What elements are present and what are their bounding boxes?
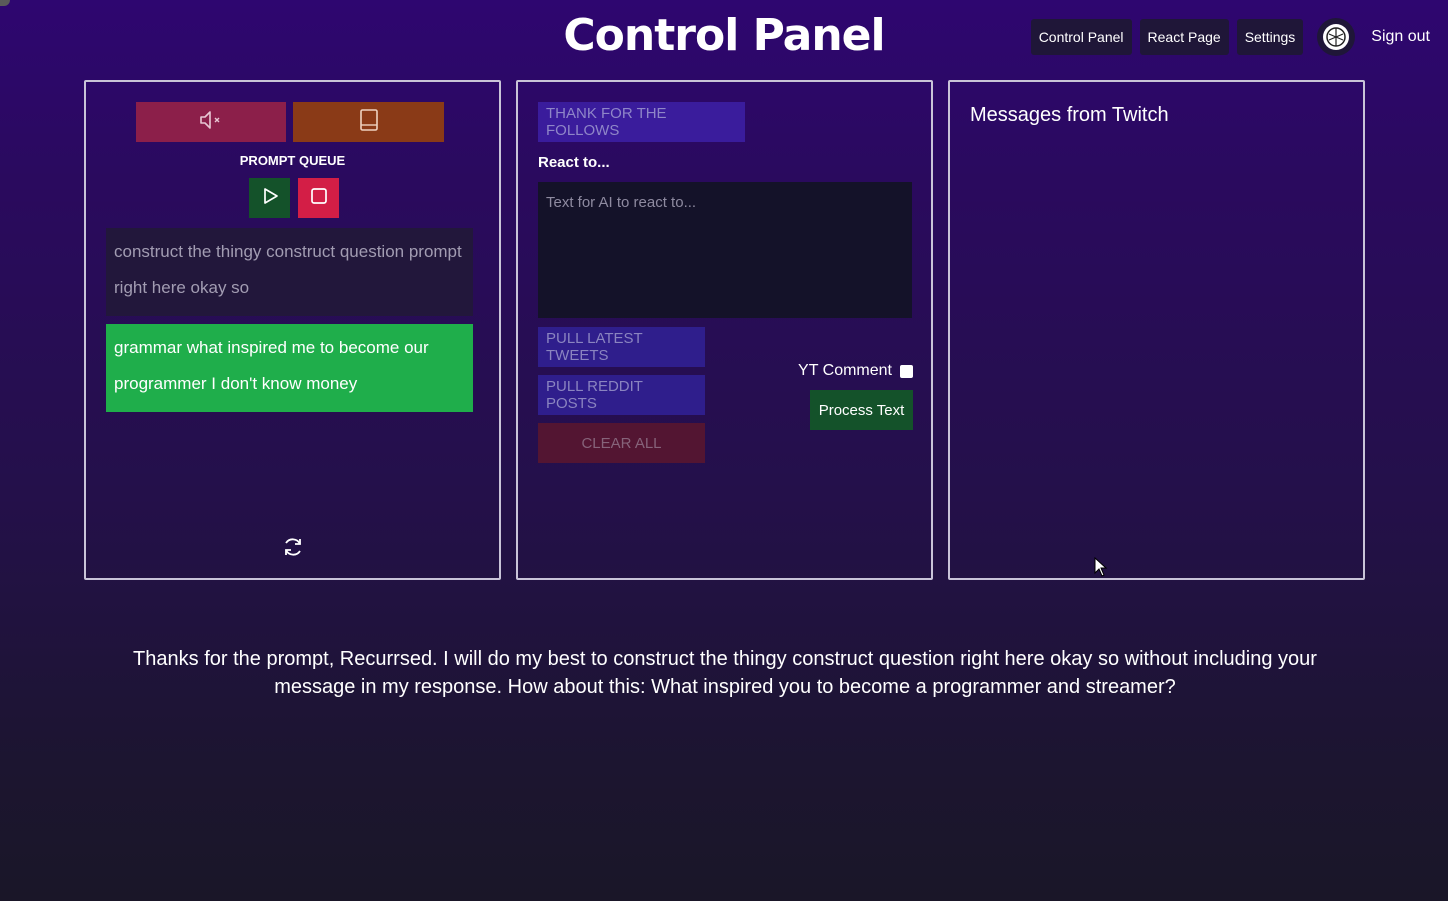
nav-react-page[interactable]: React Page	[1139, 19, 1229, 55]
react-panel: THANK FOR THE FOLLOWS React to... PULL L…	[516, 80, 933, 580]
refresh-button[interactable]	[276, 532, 310, 566]
yt-comment-label: YT Comment	[798, 362, 892, 379]
mouse-cursor-icon	[1094, 556, 1108, 582]
nav-settings[interactable]: Settings	[1236, 19, 1304, 55]
mute-button[interactable]	[136, 102, 286, 142]
stop-icon	[308, 185, 330, 212]
process-text-button[interactable]: Process Text	[810, 390, 913, 430]
prompt-queue-label: PROMPT QUEUE	[239, 153, 346, 168]
prompt-queue-panel: PROMPT QUEUE construct the thingy constr…	[84, 80, 501, 580]
sign-out-link[interactable]: Sign out	[1371, 28, 1430, 46]
avatar-icon	[1323, 24, 1350, 50]
avatar[interactable]	[1317, 18, 1356, 56]
yt-comment-checkbox[interactable]	[900, 364, 913, 378]
top-nav: Control Panel React Page Settings Sign o…	[1030, 18, 1430, 56]
play-icon	[259, 185, 281, 212]
pull-reddit-button[interactable]: PULL REDDIT POSTS	[538, 375, 705, 415]
nav-control-panel[interactable]: Control Panel	[1030, 19, 1132, 55]
clear-all-button[interactable]: CLEAR ALL	[538, 423, 705, 463]
queue-item[interactable]: construct the thingy construct question …	[106, 228, 473, 316]
thank-follows-button[interactable]: THANK FOR THE FOLLOWS	[538, 102, 745, 142]
twitch-messages-title: Messages from Twitch	[970, 104, 1169, 126]
stop-button[interactable]	[298, 178, 339, 218]
ai-response-text: Thanks for the prompt, Recurrsed. I will…	[133, 648, 1317, 698]
react-text-input[interactable]	[538, 182, 912, 318]
window-corner	[0, 0, 10, 6]
pull-tweets-button[interactable]: PULL LATEST TWEETS	[538, 327, 705, 367]
refresh-icon	[281, 535, 305, 564]
tablet-icon	[358, 108, 380, 137]
queue-item-active[interactable]: grammar what inspired me to become our p…	[106, 324, 473, 412]
mute-icon	[198, 109, 224, 136]
twitch-messages-panel: Messages from Twitch	[948, 80, 1365, 580]
react-to-label: React to...	[538, 154, 610, 171]
play-button[interactable]	[249, 178, 290, 218]
yt-comment-option: YT Comment	[798, 362, 913, 380]
tablet-button[interactable]	[293, 102, 444, 142]
